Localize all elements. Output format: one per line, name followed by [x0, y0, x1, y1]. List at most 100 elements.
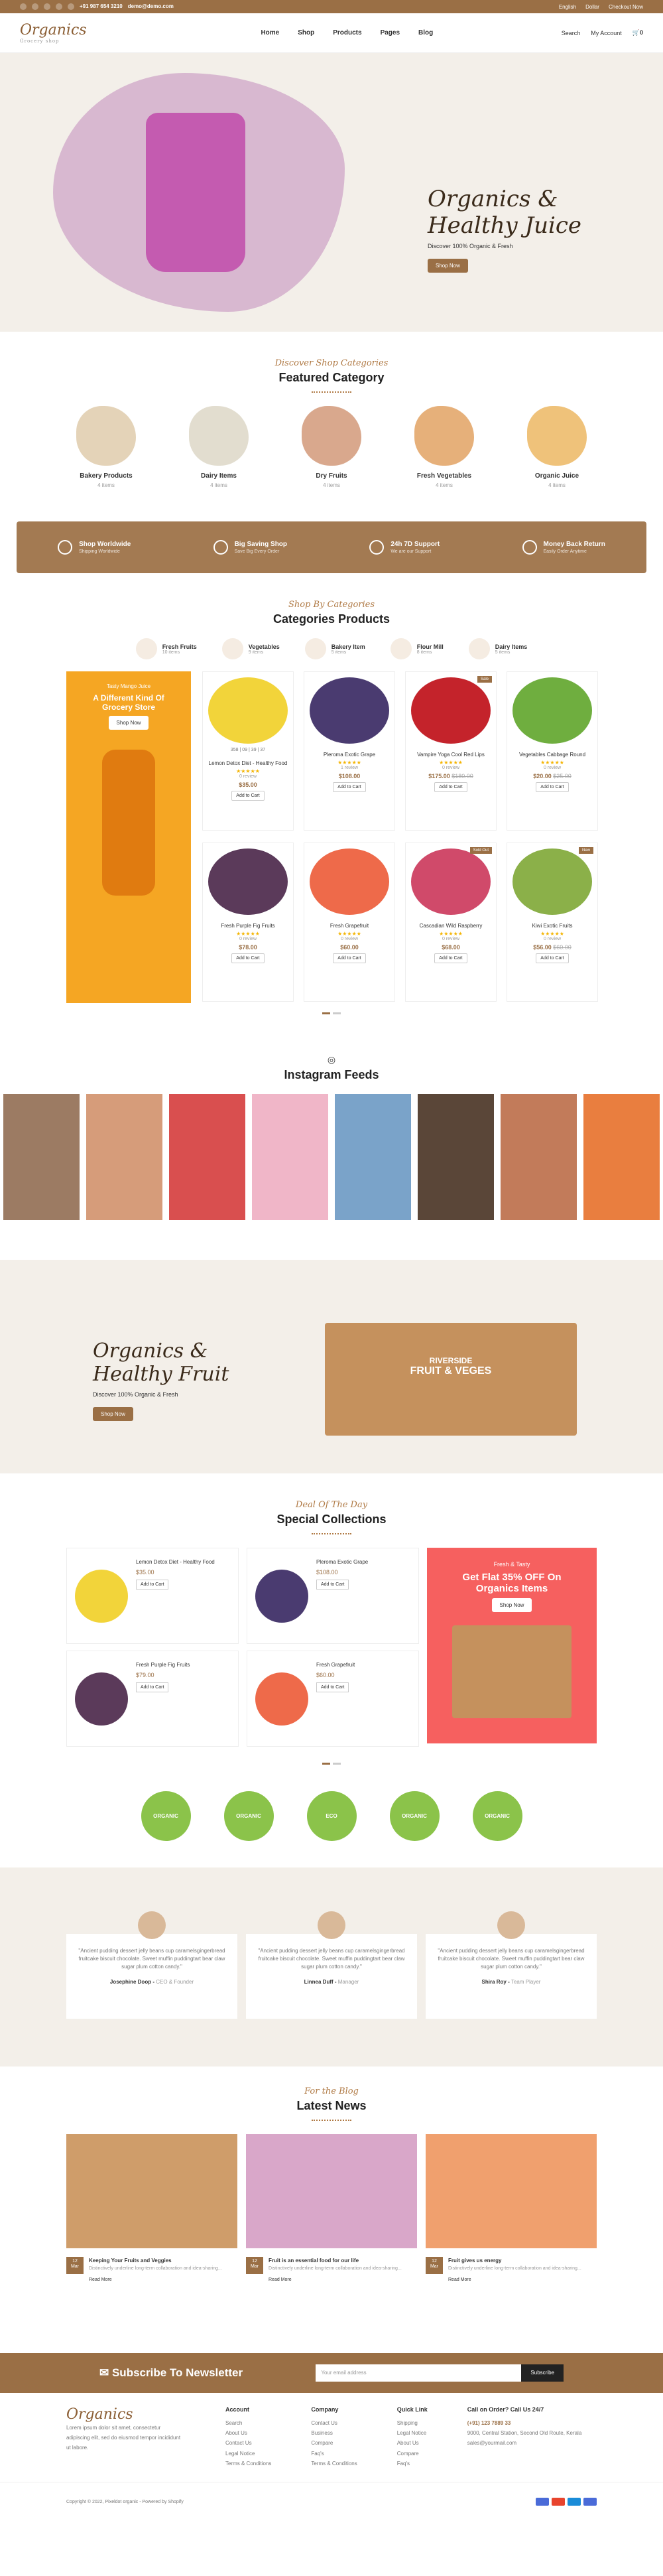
news-title: Latest News	[296, 2099, 367, 2112]
banner2-subtitle: Discover 100% Organic & Fresh	[93, 1391, 178, 1398]
promo-shop-button[interactable]: Shop Now	[108, 716, 149, 730]
add-to-cart-button[interactable]: Add to Cart	[136, 1682, 169, 1692]
add-to-cart-button[interactable]: Add to Cart	[536, 782, 569, 792]
checkout-link[interactable]: Checkout Now	[609, 4, 643, 10]
instagram-image[interactable]	[335, 1094, 411, 1220]
deal-card[interactable]: Fresh Grapefruit $60.00 Add to Cart	[247, 1651, 419, 1747]
instagram-image[interactable]	[252, 1094, 328, 1220]
banner2-title-1: Organics &	[93, 1339, 208, 1363]
read-more-link[interactable]: Read More	[89, 2277, 237, 2282]
organic-badge: ORGANIC	[141, 1791, 191, 1841]
tag-icon	[213, 540, 228, 555]
hero-subtitle: Discover 100% Organic & Fresh	[428, 243, 513, 249]
category-dry-fruits[interactable]: Dry Fruits 4 items	[298, 406, 365, 488]
testimonial-card: "Ancient pudding dessert jelly beans cup…	[426, 1911, 597, 2019]
product-card[interactable]: Vegetables Cabbage Round ★★★★★ 0 review $20…	[507, 671, 598, 831]
instagram-image[interactable]	[3, 1094, 80, 1220]
add-to-cart-button[interactable]: Add to Cart	[333, 782, 366, 792]
payment-icons	[536, 2498, 597, 2506]
instagram-image[interactable]	[583, 1094, 660, 1220]
nav-home[interactable]: Home	[261, 29, 279, 36]
category-dairy[interactable]: Dairy Items 4 items	[186, 406, 252, 488]
instagram-image[interactable]	[86, 1094, 162, 1220]
instagram-image[interactable]	[169, 1094, 245, 1220]
category-bakery[interactable]: Bakery Products 4 items	[73, 406, 139, 488]
hero-title-1: Organics &	[428, 186, 558, 212]
deal-shop-button[interactable]: Shop Now	[491, 1598, 532, 1612]
newsletter-email-input[interactable]: Your email address	[316, 2364, 522, 2382]
pinterest-icon[interactable]	[44, 3, 50, 10]
mango-bottle-image	[102, 750, 155, 896]
product-card[interactable]: Sale Vampire Yoga Cool Red Lips ★★★★★ 0 rev…	[405, 671, 497, 831]
banner2-shop-button[interactable]: Shop Now	[93, 1407, 133, 1421]
globe-icon	[58, 540, 73, 555]
read-more-link[interactable]: Read More	[448, 2277, 597, 2282]
facebook-icon[interactable]	[20, 3, 27, 10]
instagram-icon[interactable]	[56, 3, 62, 10]
product-card[interactable]: 358 | 09 | 39 | 37 Lemon Detox Diet - Hea…	[202, 671, 294, 831]
add-to-cart-button[interactable]: Add to Cart	[536, 953, 569, 963]
news-card[interactable]: 12 Mar Fruit is an essential food for our …	[246, 2134, 417, 2282]
cart-icon[interactable]: 🛒0	[633, 29, 643, 36]
footer-logo[interactable]: Organics	[66, 2406, 179, 2423]
product-card[interactable]: Fresh Grapefruit ★★★★★ 0 review $60.00 Add t…	[304, 843, 395, 1002]
deal-subtitle: Deal Of The Day	[295, 1500, 368, 1510]
add-to-cart-button[interactable]: Add to Cart	[434, 953, 467, 963]
hero-smoothie-image	[146, 113, 245, 272]
search-button[interactable]: Search	[562, 30, 581, 36]
tab-dairy[interactable]: Dairy Items 5 items	[468, 638, 527, 659]
add-to-cart-button[interactable]: Add to Cart	[434, 782, 467, 792]
testimonials-section: "Ancient pudding dessert jelly beans cup…	[0, 1867, 663, 2067]
account-button[interactable]: My Account	[591, 30, 622, 36]
instagram-section: ◎ Instagram Feeds	[0, 1054, 663, 1220]
product-card[interactable]: New Kiwi Exotic Fruits ★★★★★ 0 review $56.00…	[507, 843, 598, 1002]
eco-badge: ECO	[306, 1791, 357, 1841]
nav-pages[interactable]: Pages	[381, 29, 400, 36]
subscribe-button[interactable]: Subscribe	[521, 2364, 564, 2382]
features-bar: Shop Worldwide Shipping Worldwide Big Sav…	[17, 521, 646, 573]
featured-subtitle: Discover Shop Categories	[274, 358, 389, 368]
add-to-cart-button[interactable]: Add to Cart	[316, 1682, 349, 1692]
product-card[interactable]: Sold Out Cascadian Wild Raspberry ★★★★★ 0 r…	[405, 843, 497, 1002]
deal-card[interactable]: Pleroma Exotic Grape $108.00 Add to Cart	[247, 1548, 419, 1644]
youtube-icon[interactable]	[68, 3, 74, 10]
add-to-cart-button[interactable]: Add to Cart	[231, 953, 265, 963]
read-more-link[interactable]: Read More	[269, 2277, 417, 2282]
add-to-cart-button[interactable]: Add to Cart	[136, 1580, 169, 1590]
tab-flour-mill[interactable]: Flour Mill 8 items	[390, 638, 444, 659]
add-to-cart-button[interactable]: Add to Cart	[316, 1580, 349, 1590]
product-card[interactable]: Fresh Purple Fig Fruits ★★★★★ 0 review $78.…	[202, 843, 294, 1002]
currency-select[interactable]: Dollar	[585, 4, 599, 10]
deal-dots[interactable]	[0, 1763, 663, 1765]
product-card[interactable]: Pleroma Exotic Grape ★★★★★ 1 review $108.00…	[304, 671, 395, 831]
twitter-icon[interactable]	[32, 3, 38, 10]
instagram-image[interactable]	[501, 1094, 577, 1220]
avatar	[497, 1911, 525, 1939]
category-vegetables[interactable]: Fresh Vegetables 4 items	[411, 406, 477, 488]
nav-shop[interactable]: Shop	[298, 29, 314, 36]
news-card[interactable]: 12 Mar Keeping Your Fruits and Veggies Dist…	[66, 2134, 237, 2282]
instagram-image[interactable]	[418, 1094, 494, 1220]
feature-shipping: Shop Worldwide Shipping Worldwide	[58, 540, 131, 555]
deal-card[interactable]: Fresh Purple Fig Fruits $79.00 Add to Cart	[66, 1651, 239, 1747]
hero-shop-button[interactable]: Shop Now	[428, 259, 468, 273]
deal-section: Deal Of The Day Special Collections Lemo…	[0, 1500, 663, 1765]
add-to-cart-button[interactable]: Add to Cart	[333, 953, 366, 963]
logo[interactable]: Organics Grocery shop	[20, 22, 133, 44]
news-card[interactable]: 12 Mar Fruit gives us energy Distinctively …	[426, 2134, 597, 2282]
tab-bakery[interactable]: Bakery Item 5 items	[304, 638, 365, 659]
deal-promo[interactable]: Fresh & Tasty Get Flat 35% OFF On Organi…	[427, 1548, 597, 1743]
carousel-dots[interactable]	[0, 1012, 663, 1014]
deal-card[interactable]: Lemon Detox Diet - Healthy Food $35.00 Add…	[66, 1548, 239, 1644]
nav-products[interactable]: Products	[333, 29, 361, 36]
hero-banner: Organics & Healthy Juice Discover 100% O…	[0, 53, 663, 332]
language-select[interactable]: English	[559, 4, 576, 10]
category-juice[interactable]: Organic Juice 4 items	[524, 406, 590, 488]
tab-vegetables[interactable]: Vegetables 9 items	[221, 638, 280, 659]
nav-blog[interactable]: Blog	[418, 29, 433, 36]
add-to-cart-button[interactable]: Add to Cart	[231, 791, 265, 801]
feature-support: 24h 7D Support We are our Support	[369, 540, 440, 555]
mango-promo[interactable]: Tasty Mango Juice A Different Kind Of Gr…	[66, 671, 191, 1003]
organic-badge: ORGANIC	[389, 1791, 440, 1841]
tab-fresh-fruits[interactable]: Fresh Fruits 10 items	[135, 638, 197, 659]
